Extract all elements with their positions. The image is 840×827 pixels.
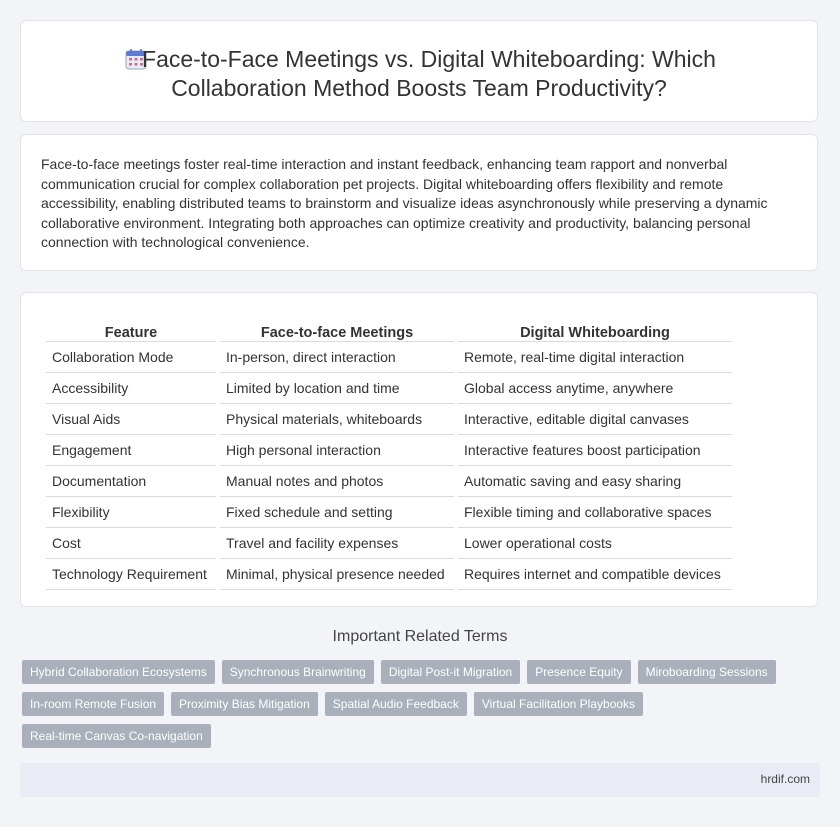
table-cell: Accessibility — [46, 373, 216, 404]
related-term-tag[interactable]: Synchronous Brainwriting — [221, 660, 374, 684]
table-row: Accessibility Limited by location and ti… — [46, 373, 732, 404]
table-cell: Cost — [46, 528, 216, 559]
footer-site-link[interactable]: hrdif.com — [761, 772, 810, 786]
table-row: Engagement High personal interaction Int… — [46, 435, 732, 466]
table-cell: Global access anytime, anywhere — [458, 373, 732, 404]
header-feature: Feature — [46, 315, 216, 342]
table-row: Technology Requirement Minimal, physical… — [46, 559, 732, 590]
related-term-tag[interactable]: Miroboarding Sessions — [637, 660, 776, 684]
table-cell: Requires internet and compatible devices — [458, 559, 732, 590]
table-cell: Minimal, physical presence needed — [220, 559, 454, 590]
table-cell: In-person, direct interaction — [220, 342, 454, 373]
comparison-table: Feature Face-to-face Meetings Digital Wh… — [42, 315, 736, 590]
related-term-tag[interactable]: Virtual Facilitation Playbooks — [473, 692, 644, 716]
table-cell: Flexible timing and collaborative spaces — [458, 497, 732, 528]
intro-paragraph: Face-to-face meetings foster real-time i… — [41, 156, 768, 251]
table-cell: Physical materials, whiteboards — [220, 404, 454, 435]
comparison-card: Feature Face-to-face Meetings Digital Wh… — [20, 292, 818, 607]
table-cell: Interactive features boost participation — [458, 435, 732, 466]
table-header-row: Feature Face-to-face Meetings Digital Wh… — [46, 315, 732, 342]
related-term-tag[interactable]: Real-time Canvas Co-navigation — [22, 724, 211, 748]
table-cell: Technology Requirement — [46, 559, 216, 590]
related-term-tag[interactable]: Spatial Audio Feedback — [324, 692, 467, 716]
page-title-line-2: Collaboration Method Boosts Team Product… — [171, 75, 667, 101]
table-cell: Visual Aids — [46, 404, 216, 435]
table-cell: High personal interaction — [220, 435, 454, 466]
page-title-line-1: Face-to-Face Meetings vs. Digital Whiteb… — [142, 46, 716, 72]
table-cell: Travel and facility expenses — [220, 528, 454, 559]
table-cell: Collaboration Mode — [46, 342, 216, 373]
table-cell: Fixed schedule and setting — [220, 497, 454, 528]
table-cell: Flexibility — [46, 497, 216, 528]
related-term-tag[interactable]: In-room Remote Fusion — [22, 692, 165, 716]
table-cell: Lower operational costs — [458, 528, 732, 559]
table-row: Documentation Manual notes and photos Au… — [46, 466, 732, 497]
table-cell: Automatic saving and easy sharing — [458, 466, 732, 497]
title-card: Face-to-Face Meetings vs. Digital Whiteb… — [20, 20, 818, 122]
footer: hrdif.com — [20, 763, 820, 797]
intro-card: Face-to-face meetings foster real-time i… — [20, 134, 818, 271]
table-row: Cost Travel and facility expenses Lower … — [46, 528, 732, 559]
table-cell: Interactive, editable digital canvases — [458, 404, 732, 435]
header-face-to-face: Face-to-face Meetings — [220, 315, 454, 342]
related-term-tag[interactable]: Presence Equity — [527, 660, 631, 684]
page-title: Face-to-Face Meetings vs. Digital Whiteb… — [21, 45, 817, 103]
table-row: Collaboration Mode In-person, direct int… — [46, 342, 732, 373]
header-digital-whiteboarding: Digital Whiteboarding — [458, 315, 732, 342]
related-term-tag[interactable]: Proximity Bias Mitigation — [171, 692, 318, 716]
related-term-tag[interactable]: Digital Post-it Migration — [380, 660, 521, 684]
table-cell: Remote, real-time digital interaction — [458, 342, 732, 373]
table-cell: Engagement — [46, 435, 216, 466]
table-cell: Documentation — [46, 466, 216, 497]
table-cell: Manual notes and photos — [220, 466, 454, 497]
related-term-tag[interactable]: Hybrid Collaboration Ecosystems — [22, 660, 215, 684]
related-terms-heading: Important Related Terms — [332, 628, 508, 645]
related-terms-list: Hybrid Collaboration Ecosystems Synchron… — [22, 660, 802, 748]
table-row: Visual Aids Physical materials, whiteboa… — [46, 404, 732, 435]
table-row: Flexibility Fixed schedule and setting F… — [46, 497, 732, 528]
table-cell: Limited by location and time — [220, 373, 454, 404]
